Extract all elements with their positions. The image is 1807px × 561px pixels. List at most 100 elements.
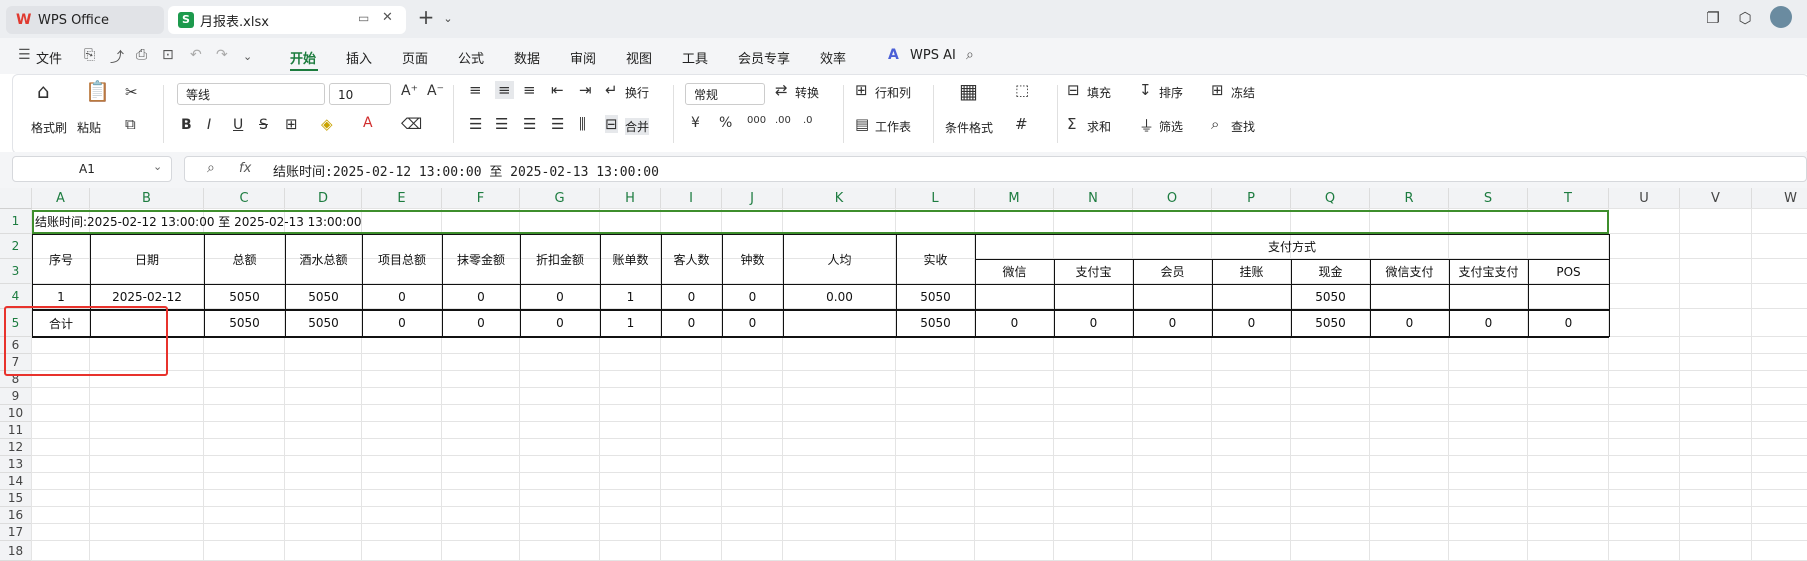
convert-button[interactable]: 转换 xyxy=(795,84,819,101)
total-cell[interactable]: 1 xyxy=(600,309,661,337)
header-cell[interactable]: 实收 xyxy=(896,234,975,284)
data-cell[interactable]: 0 xyxy=(661,284,722,309)
cell-format-icon[interactable]: # xyxy=(1015,115,1028,133)
payment-header-cell[interactable]: 支付宝 xyxy=(1054,259,1133,284)
column-header-O[interactable]: O xyxy=(1133,188,1212,209)
menu-review[interactable]: 审阅 xyxy=(570,48,596,67)
column-header-N[interactable]: N xyxy=(1054,188,1133,209)
increase-font-icon[interactable]: A⁺ xyxy=(401,83,418,99)
sum-icon[interactable]: Σ xyxy=(1067,115,1076,133)
find-icon[interactable]: ⌕ xyxy=(1211,115,1219,133)
currency-icon[interactable]: ¥ xyxy=(691,115,700,131)
sort-button[interactable]: 排序 xyxy=(1159,84,1183,101)
total-cell[interactable]: 0 xyxy=(975,309,1054,337)
column-header-G[interactable]: G xyxy=(520,188,600,209)
row-header-15[interactable]: 15 xyxy=(0,490,32,507)
spreadsheet-grid[interactable]: ABCDEFGHIJKLMNOPQRSTUVW 1 2 3 4 5 6 7 8 9 10 11 12 1… xyxy=(0,188,1807,561)
avatar[interactable] xyxy=(1770,6,1792,28)
print-preview-icon[interactable]: ⊡ xyxy=(162,47,174,63)
fill-button[interactable]: 填充 xyxy=(1087,84,1111,101)
header-cell[interactable]: 酒水总额 xyxy=(285,234,362,284)
row-header-17[interactable]: 17 xyxy=(0,524,32,541)
data-cell[interactable]: 5050 xyxy=(204,284,285,309)
total-cell[interactable]: 0 xyxy=(442,309,520,337)
column-header-A[interactable]: A xyxy=(32,188,90,209)
undo-icon[interactable]: ↶ xyxy=(190,47,202,63)
justify-icon[interactable]: ☰ xyxy=(551,115,564,133)
increase-indent-icon[interactable]: ⇥ xyxy=(579,81,592,99)
filter-button[interactable]: 筛选 xyxy=(1159,118,1183,135)
payment-header-cell[interactable]: 挂账 xyxy=(1212,259,1291,284)
data-cell[interactable] xyxy=(1133,284,1212,309)
more-chevron-icon[interactable]: ⌄ xyxy=(243,50,252,63)
tab-wps-office[interactable]: W WPS Office xyxy=(6,6,164,34)
payment-header-cell[interactable]: 支付宝支付 xyxy=(1449,259,1528,284)
column-header-B[interactable]: B xyxy=(90,188,204,209)
data-cell[interactable] xyxy=(1370,284,1449,309)
row-header-1[interactable]: 1 xyxy=(0,209,32,234)
selected-range[interactable] xyxy=(32,210,1609,234)
copy-icon[interactable]: ⧉ xyxy=(125,115,136,133)
total-cell[interactable] xyxy=(783,309,896,337)
sum-button[interactable]: 求和 xyxy=(1087,118,1111,135)
row-header-18[interactable]: 18 xyxy=(0,541,32,561)
total-cell[interactable]: 0 xyxy=(362,309,442,337)
column-header-Q[interactable]: Q xyxy=(1291,188,1370,209)
format-painter-button[interactable]: 格式刷 xyxy=(31,119,67,136)
header-cell[interactable]: 人均 xyxy=(783,234,896,284)
freeze-button[interactable]: 冻结 xyxy=(1231,84,1255,101)
total-cell[interactable]: 0 xyxy=(1133,309,1212,337)
payment-header-cell[interactable]: 会员 xyxy=(1133,259,1212,284)
filter-icon[interactable]: ⏚ xyxy=(1139,115,1154,136)
borders-icon[interactable]: ⊞ xyxy=(285,115,298,133)
column-header-V[interactable]: V xyxy=(1680,188,1752,209)
payment-header-cell[interactable]: 微信支付 xyxy=(1370,259,1449,284)
column-header-I[interactable]: I xyxy=(661,188,722,209)
font-color-icon[interactable]: A xyxy=(363,115,373,131)
tab-file[interactable]: S 月报表.xlsx ▭ ✕ xyxy=(168,6,406,34)
header-cell[interactable]: 日期 xyxy=(90,234,204,284)
decrease-font-icon[interactable]: A⁻ xyxy=(427,83,444,99)
data-cell[interactable]: 5050 xyxy=(896,284,975,309)
window-restore-icon[interactable]: ❐ xyxy=(1703,9,1723,27)
menu-formula[interactable]: 公式 xyxy=(458,48,484,67)
font-size-select[interactable]: 10 xyxy=(329,83,391,105)
strikethrough-icon[interactable]: S xyxy=(259,117,268,133)
data-cell[interactable]: 0 xyxy=(722,284,783,309)
italic-icon[interactable]: I xyxy=(207,117,211,133)
thousands-icon[interactable]: 000 xyxy=(747,115,766,126)
total-cell[interactable]: 0 xyxy=(1449,309,1528,337)
close-tab-icon[interactable]: ✕ xyxy=(382,10,393,25)
menu-hamburger-icon[interactable]: ☰ xyxy=(18,47,31,63)
rows-cols-icon[interactable]: ⊞ xyxy=(855,81,868,99)
menu-view[interactable]: 视图 xyxy=(626,48,652,67)
worksheet-button[interactable]: 工作表 xyxy=(875,118,911,135)
font-name-select[interactable]: 等线 xyxy=(177,83,325,105)
cut-icon[interactable]: ✂ xyxy=(125,83,138,101)
column-header-U[interactable]: U xyxy=(1609,188,1680,209)
total-cell[interactable]: 5050 xyxy=(896,309,975,337)
merge-icon[interactable]: ⊟ xyxy=(605,115,618,133)
data-cell[interactable]: 5050 xyxy=(1291,284,1370,309)
menu-insert[interactable]: 插入 xyxy=(346,48,372,67)
share-icon[interactable]: ⤴ xyxy=(110,47,124,67)
distribute-icon[interactable]: ⫼ xyxy=(579,115,586,133)
total-cell[interactable]: 0 xyxy=(1212,309,1291,337)
search-icon[interactable]: ⌕ xyxy=(966,47,974,63)
decrease-decimal-icon[interactable]: .0 xyxy=(803,115,813,126)
select-all-corner[interactable] xyxy=(0,188,32,209)
menu-home[interactable]: 开始 xyxy=(290,48,316,67)
total-cell[interactable]: 0 xyxy=(1054,309,1133,337)
menu-page[interactable]: 页面 xyxy=(402,48,428,67)
align-top-icon[interactable]: ≡ xyxy=(469,81,482,99)
payment-group-header[interactable]: 支付方式 xyxy=(975,234,1609,259)
clear-format-icon[interactable]: ⌫ xyxy=(401,115,422,133)
row-header-12[interactable]: 12 xyxy=(0,439,32,456)
column-header-P[interactable]: P xyxy=(1212,188,1291,209)
fill-icon[interactable]: ⊟ xyxy=(1067,81,1080,99)
paste-icon[interactable]: 📋 xyxy=(85,79,110,103)
total-cell[interactable]: 0 xyxy=(722,309,783,337)
column-header-W[interactable]: W xyxy=(1752,188,1807,209)
header-cell[interactable]: 序号 xyxy=(32,234,90,284)
align-right-icon[interactable]: ☰ xyxy=(523,115,536,133)
